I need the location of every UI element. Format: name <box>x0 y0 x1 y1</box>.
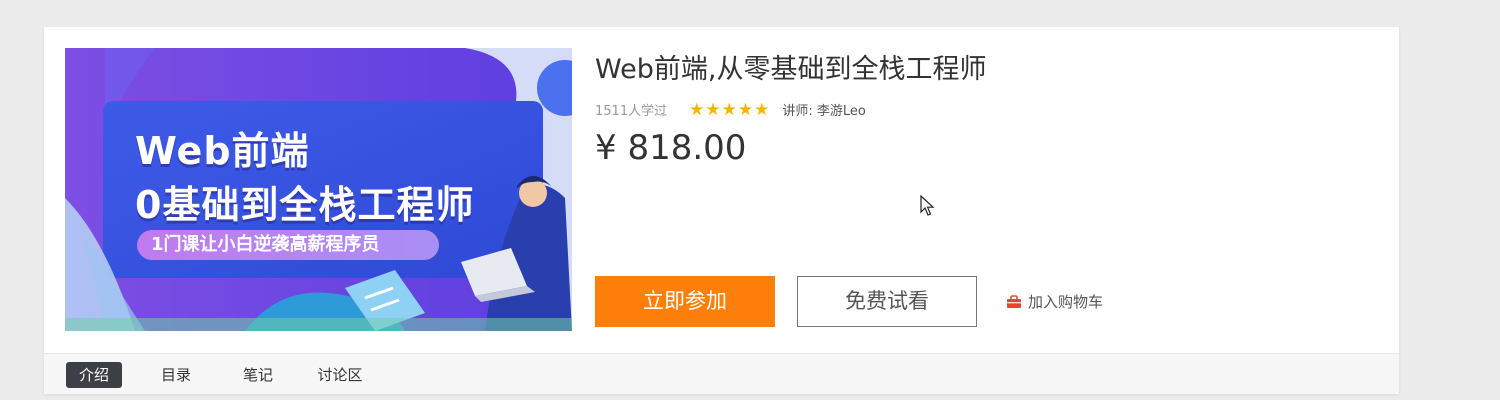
star-icon: ★ <box>721 99 737 120</box>
tab-notes[interactable]: 笔记 <box>234 362 282 388</box>
learner-count: 1511人学过 <box>595 104 668 119</box>
star-icon: ★ <box>689 99 705 120</box>
course-price: ¥ 818.00 <box>595 128 747 168</box>
tab-discussion[interactable]: 讨论区 <box>312 362 368 388</box>
course-card: Web前端 0基础到全栈工程师 1门课让小白逆袭高薪程序员 Web前端,从零基础… <box>44 27 1399 394</box>
star-icon: ★ <box>705 99 721 120</box>
tab-catalog[interactable]: 目录 <box>152 362 200 388</box>
course-tabs: 介绍 目录 笔记 讨论区 <box>44 353 1399 394</box>
star-icon: ★ <box>737 99 754 120</box>
star-icon: ★ <box>754 99 770 120</box>
free-trial-button[interactable]: 免费试看 <box>797 276 977 327</box>
course-banner-image[interactable]: Web前端 0基础到全栈工程师 1门课让小白逆袭高薪程序员 <box>65 48 572 331</box>
add-to-cart-label: 加入购物车 <box>1028 293 1104 311</box>
join-now-button[interactable]: 立即参加 <box>595 276 775 327</box>
tab-intro[interactable]: 介绍 <box>66 362 122 388</box>
add-to-cart-link[interactable]: 加入购物车 <box>1006 291 1103 312</box>
banner-title-line1: Web前端 <box>135 129 310 173</box>
rating-stars: ★ ★ ★ ★ ★ <box>689 99 770 120</box>
teacher-name[interactable]: 讲师: 李游Leo <box>782 100 865 119</box>
banner-subtitle-pill: 1门课让小白逆袭高薪程序员 <box>137 230 439 260</box>
shopping-bag-icon <box>1006 294 1022 309</box>
banner-title-line2: 0基础到全栈工程师 <box>135 183 475 227</box>
course-title: Web前端,从零基础到全栈工程师 <box>595 54 987 85</box>
mouse-cursor-icon <box>920 195 935 216</box>
course-meta: 1511人学过 ★ ★ ★ ★ ★ 讲师: 李游Leo <box>595 100 866 119</box>
